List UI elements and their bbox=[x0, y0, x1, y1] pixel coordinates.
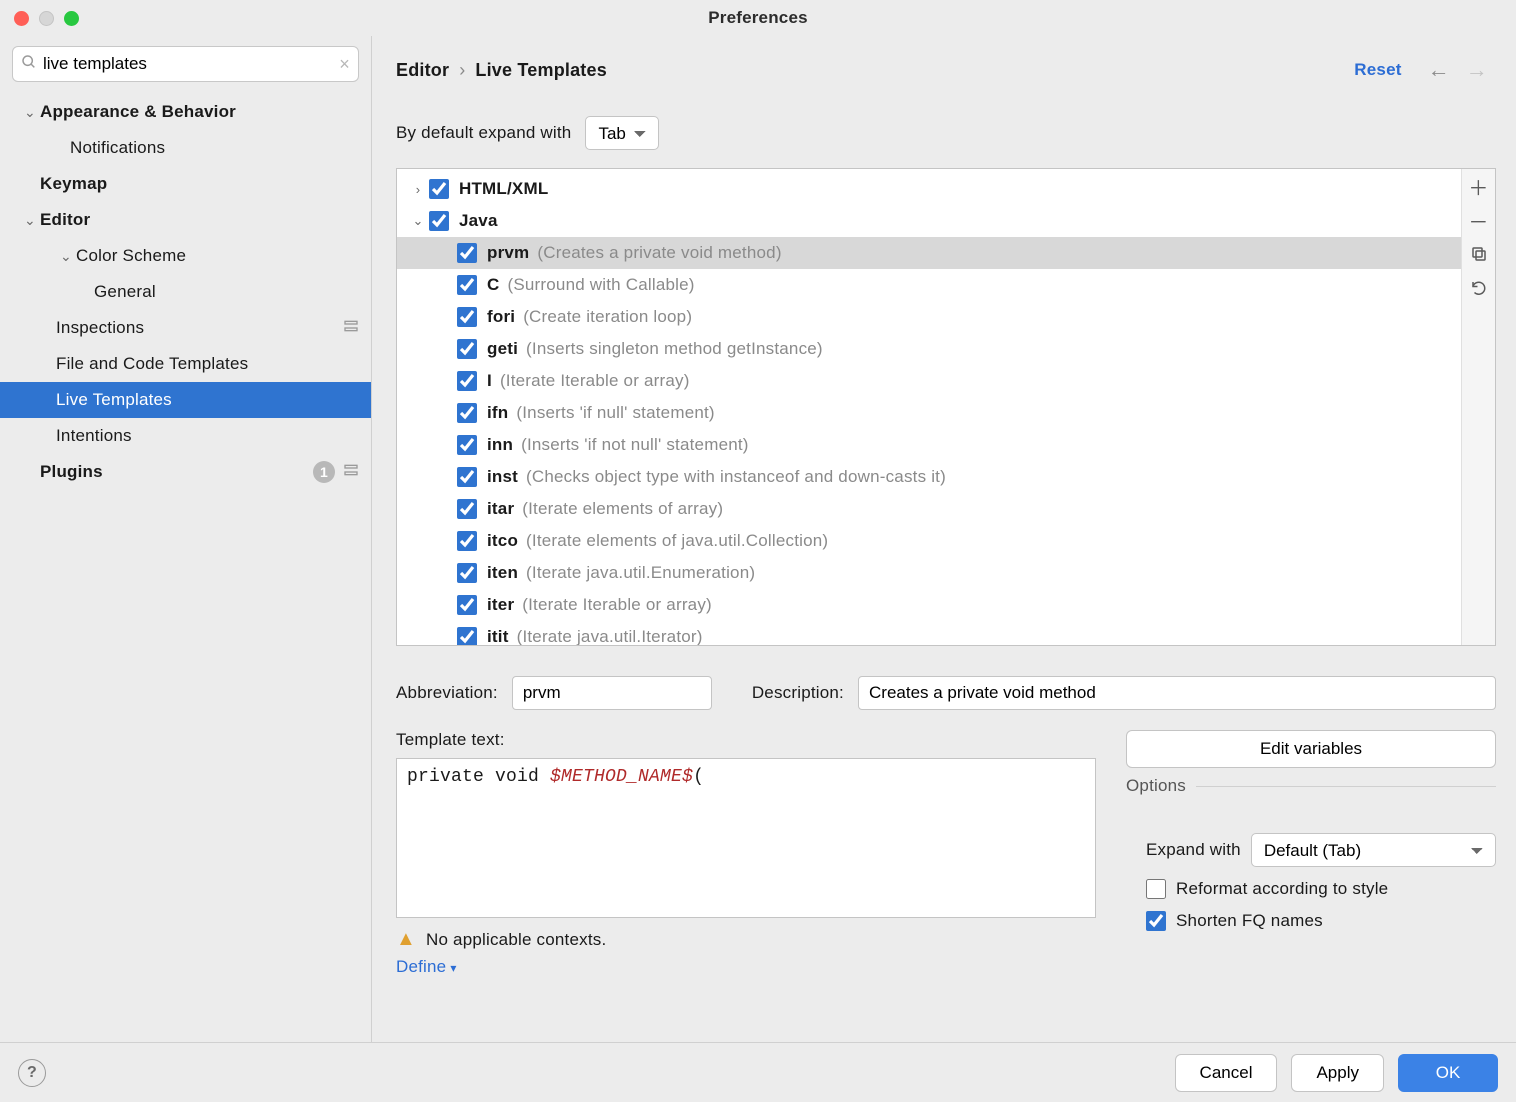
panel-toolbar: ＋ － bbox=[1461, 169, 1495, 645]
item-checkbox[interactable] bbox=[457, 275, 477, 295]
options-label: Options bbox=[1126, 776, 1196, 796]
group-checkbox[interactable] bbox=[429, 211, 449, 231]
help-button[interactable]: ? bbox=[18, 1059, 46, 1087]
shorten-fq-checkbox[interactable] bbox=[1146, 911, 1166, 931]
item-checkbox[interactable] bbox=[457, 627, 477, 645]
item-checkbox[interactable] bbox=[457, 243, 477, 263]
item-checkbox[interactable] bbox=[457, 563, 477, 583]
reformat-label: Reformat according to style bbox=[1176, 879, 1388, 899]
search-box[interactable]: × bbox=[12, 46, 359, 82]
content: Editor›Live Templates Reset ← → By defau… bbox=[372, 36, 1516, 1042]
define-context-link[interactable]: Define▾ bbox=[396, 957, 1096, 977]
sidebar-item-live-templates[interactable]: Live Templates bbox=[0, 382, 371, 418]
chevron-down-icon: ⌄ bbox=[56, 248, 76, 265]
sidebar-item-plugins[interactable]: Plugins1 bbox=[0, 454, 371, 490]
template-item-itar[interactable]: itar(Iterate elements of array) bbox=[397, 493, 1461, 525]
item-checkbox[interactable] bbox=[457, 499, 477, 519]
template-item-ifn[interactable]: ifn(Inserts 'if null' statement) bbox=[397, 397, 1461, 429]
search-input[interactable] bbox=[37, 54, 339, 74]
description-input[interactable] bbox=[858, 676, 1496, 710]
template-item-iten[interactable]: iten(Iterate java.util.Enumeration) bbox=[397, 557, 1461, 589]
abbreviation-input[interactable] bbox=[512, 676, 712, 710]
chevron-down-icon: ⌄ bbox=[20, 104, 40, 121]
item-checkbox[interactable] bbox=[457, 371, 477, 391]
template-group-html-xml[interactable]: ›HTML/XML bbox=[397, 173, 1461, 205]
templates-panel: ›HTML/XML⌄Javaprvm(Creates a private voi… bbox=[396, 168, 1496, 646]
clear-search-icon[interactable]: × bbox=[339, 54, 350, 75]
expand-with-select[interactable]: Tab bbox=[585, 116, 659, 150]
search-icon bbox=[21, 54, 37, 75]
item-checkbox[interactable] bbox=[457, 595, 477, 615]
sidebar-item-inspections[interactable]: Inspections bbox=[0, 310, 371, 346]
breadcrumb: Editor›Live Templates bbox=[396, 60, 607, 81]
expand-with-label: By default expand with bbox=[396, 123, 571, 143]
template-text-label: Template text: bbox=[396, 730, 1096, 750]
revert-template-icon[interactable] bbox=[1468, 277, 1490, 299]
template-group-java[interactable]: ⌄Java bbox=[397, 205, 1461, 237]
sidebar-item-editor[interactable]: ⌄Editor bbox=[0, 202, 371, 238]
window-title: Preferences bbox=[0, 8, 1516, 28]
edit-variables-button[interactable]: Edit variables bbox=[1126, 730, 1496, 768]
template-item-inn[interactable]: inn(Inserts 'if not null' statement) bbox=[397, 429, 1461, 461]
no-context-label: No applicable contexts. bbox=[426, 930, 606, 950]
description-label: Description: bbox=[752, 683, 844, 703]
sidebar-item-intentions[interactable]: Intentions bbox=[0, 418, 371, 454]
option-expand-with-label: Expand with bbox=[1146, 840, 1241, 860]
forward-arrow-icon[interactable]: → bbox=[1466, 57, 1488, 83]
remove-template-icon[interactable]: － bbox=[1468, 209, 1490, 231]
titlebar: Preferences bbox=[0, 0, 1516, 36]
template-item-prvm[interactable]: prvm(Creates a private void method) bbox=[397, 237, 1461, 269]
copy-template-icon[interactable] bbox=[1468, 243, 1490, 265]
group-checkbox[interactable] bbox=[429, 179, 449, 199]
item-checkbox[interactable] bbox=[457, 307, 477, 327]
sidebar-item-notifications[interactable]: Notifications bbox=[0, 130, 371, 166]
templates-tree[interactable]: ›HTML/XML⌄Javaprvm(Creates a private voi… bbox=[397, 169, 1461, 645]
template-item-iter[interactable]: iter(Iterate Iterable or array) bbox=[397, 589, 1461, 621]
template-item-fori[interactable]: fori(Create iteration loop) bbox=[397, 301, 1461, 333]
item-checkbox[interactable] bbox=[457, 531, 477, 551]
template-item-itco[interactable]: itco(Iterate elements of java.util.Colle… bbox=[397, 525, 1461, 557]
shorten-fq-label: Shorten FQ names bbox=[1176, 911, 1323, 931]
template-item-inst[interactable]: inst(Checks object type with instanceof … bbox=[397, 461, 1461, 493]
apply-button[interactable]: Apply bbox=[1291, 1054, 1384, 1092]
chevron-icon: ⌄ bbox=[407, 213, 429, 229]
gear-icon bbox=[343, 462, 359, 483]
template-item-i[interactable]: I(Iterate Iterable or array) bbox=[397, 365, 1461, 397]
back-arrow-icon[interactable]: ← bbox=[1428, 57, 1450, 83]
template-item-geti[interactable]: geti(Inserts singleton method getInstanc… bbox=[397, 333, 1461, 365]
sidebar-item-keymap[interactable]: Keymap bbox=[0, 166, 371, 202]
ok-button[interactable]: OK bbox=[1398, 1054, 1498, 1092]
abbreviation-label: Abbreviation: bbox=[396, 683, 498, 703]
chevron-icon: › bbox=[407, 182, 429, 197]
dialog-footer: ? Cancel Apply OK bbox=[0, 1042, 1516, 1102]
sidebar-item-file-and-code-templates[interactable]: File and Code Templates bbox=[0, 346, 371, 382]
template-item-itit[interactable]: itit(Iterate java.util.Iterator) bbox=[397, 621, 1461, 645]
warning-icon: ▲ bbox=[396, 928, 416, 951]
sidebar-item-general[interactable]: General bbox=[0, 274, 371, 310]
add-template-icon[interactable]: ＋ bbox=[1468, 175, 1490, 197]
item-checkbox[interactable] bbox=[457, 467, 477, 487]
item-checkbox[interactable] bbox=[457, 435, 477, 455]
item-checkbox[interactable] bbox=[457, 403, 477, 423]
sidebar: × ⌄Appearance & BehaviorNotificationsKey… bbox=[0, 36, 372, 1042]
chevron-down-icon: ⌄ bbox=[20, 212, 40, 229]
badge: 1 bbox=[313, 461, 335, 483]
template-text-input[interactable]: private void $METHOD_NAME$( bbox=[396, 758, 1096, 918]
item-checkbox[interactable] bbox=[457, 339, 477, 359]
gear-icon bbox=[343, 318, 359, 339]
reset-link[interactable]: Reset bbox=[1354, 60, 1401, 80]
sidebar-item-color-scheme[interactable]: ⌄Color Scheme bbox=[0, 238, 371, 274]
settings-tree: ⌄Appearance & BehaviorNotificationsKeyma… bbox=[0, 90, 371, 1042]
reformat-checkbox[interactable] bbox=[1146, 879, 1166, 899]
option-expand-with-select[interactable]: Default (Tab) bbox=[1251, 833, 1496, 867]
sidebar-item-appearance-behavior[interactable]: ⌄Appearance & Behavior bbox=[0, 94, 371, 130]
template-item-c[interactable]: C(Surround with Callable) bbox=[397, 269, 1461, 301]
cancel-button[interactable]: Cancel bbox=[1175, 1054, 1278, 1092]
